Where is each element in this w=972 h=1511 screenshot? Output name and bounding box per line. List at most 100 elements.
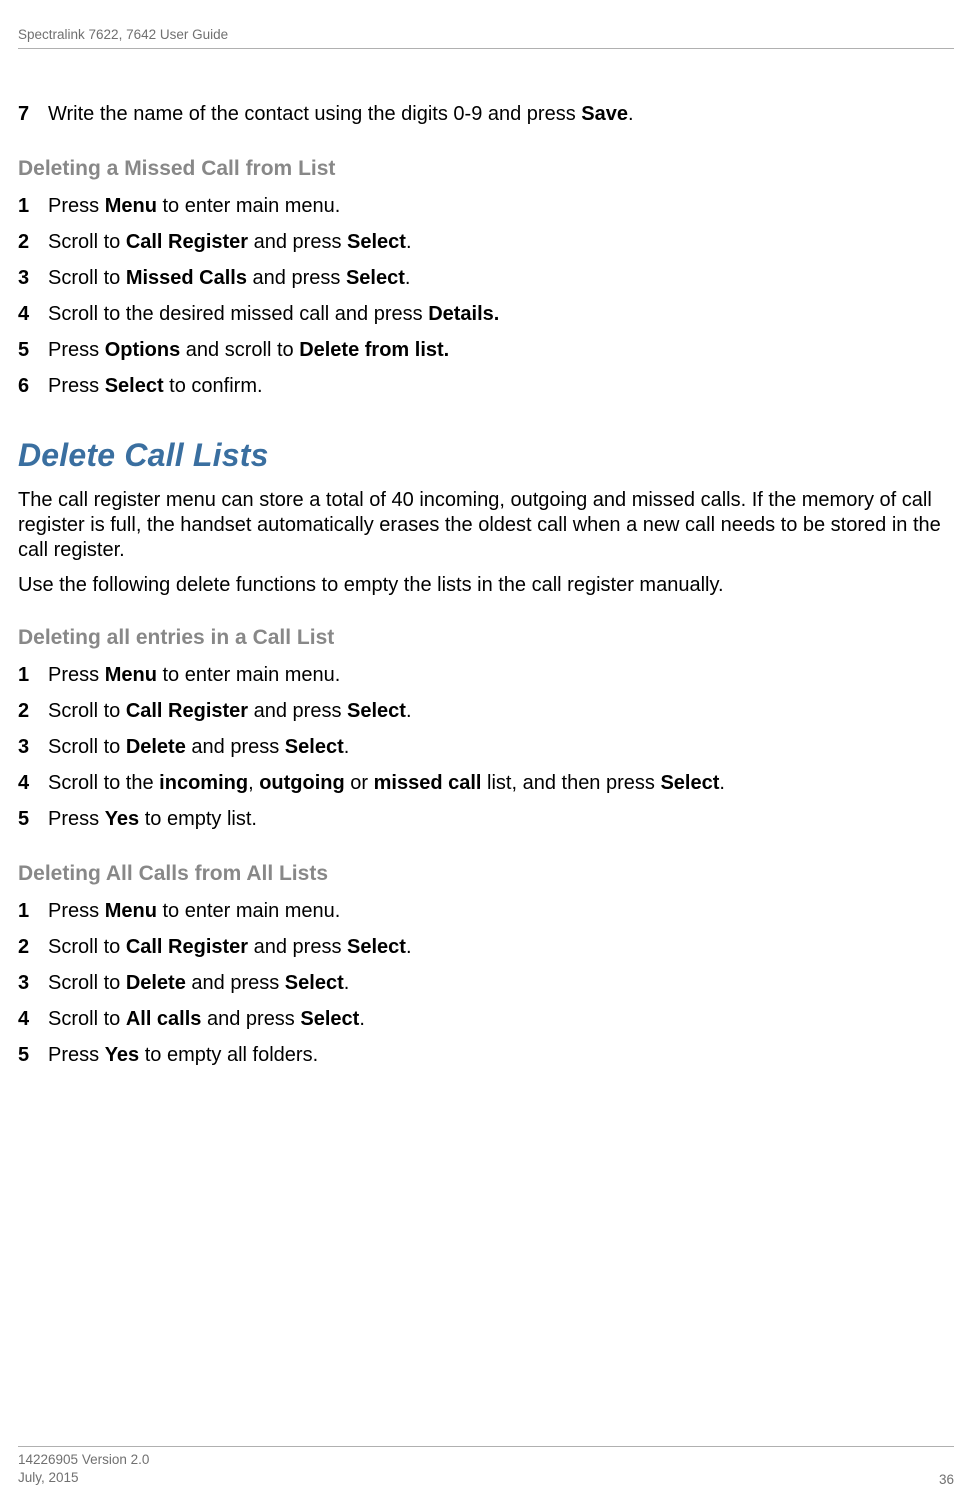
text-segment: to empty all folders. xyxy=(139,1044,318,1066)
list-item: 1 Press Menu to enter main menu. xyxy=(18,191,954,221)
text-segment: . xyxy=(344,972,350,994)
step-text: Scroll to All calls and press Select. xyxy=(48,1004,954,1034)
paragraph: Use the following delete functions to em… xyxy=(18,573,954,598)
text-segment: . xyxy=(628,103,634,125)
header-title: Spectralink 7622, 7642 User Guide xyxy=(18,27,954,42)
list-item: 6 Press Select to confirm. xyxy=(18,371,954,401)
subsection-heading-delete-all-calls: Deleting All Calls from All Lists xyxy=(18,862,954,886)
bold-term: outgoing xyxy=(259,772,345,794)
text-segment: Press xyxy=(48,375,105,397)
list-item: 4 Scroll to the incoming, outgoing or mi… xyxy=(18,768,954,798)
text-segment: Press xyxy=(48,1044,105,1066)
bold-term: All calls xyxy=(126,1008,202,1030)
step-number: 1 xyxy=(18,660,48,690)
text-segment: to enter main menu. xyxy=(157,900,340,922)
text-segment: and press xyxy=(186,972,285,994)
step-number: 2 xyxy=(18,227,48,257)
step-text: Scroll to the incoming, outgoing or miss… xyxy=(48,768,954,798)
bold-term: Details. xyxy=(428,303,499,325)
text-segment: to confirm. xyxy=(164,375,263,397)
text-segment: Press xyxy=(48,664,105,686)
text-segment: and press xyxy=(248,231,347,253)
step-text: Scroll to Delete and press Select. xyxy=(48,968,954,998)
step-number: 2 xyxy=(18,696,48,726)
bold-term: Select xyxy=(347,231,406,253)
text-segment: and press xyxy=(248,700,347,722)
text-segment: . xyxy=(405,267,411,289)
text-segment: Press xyxy=(48,195,105,217)
text-segment: Write the name of the contact using the … xyxy=(48,103,581,125)
text-segment: Scroll to xyxy=(48,231,126,253)
text-segment: Scroll to xyxy=(48,700,126,722)
bold-term: Delete from list. xyxy=(299,339,449,361)
text-segment: Press xyxy=(48,339,105,361)
text-segment: Scroll to xyxy=(48,267,126,289)
paragraph: The call register menu can store a total… xyxy=(18,488,954,563)
text-segment: , xyxy=(248,772,259,794)
step-number: 3 xyxy=(18,263,48,293)
step-text: Press Yes to empty all folders. xyxy=(48,1040,954,1070)
text-segment: and press xyxy=(186,736,285,758)
subsection-heading-delete-all-entries: Deleting all entries in a Call List xyxy=(18,626,954,650)
bold-term: Call Register xyxy=(126,936,248,958)
bold-term: Menu xyxy=(105,195,157,217)
step-text: Press Select to confirm. xyxy=(48,371,954,401)
step-number: 5 xyxy=(18,335,48,365)
bold-term: Select xyxy=(346,267,405,289)
bold-term: Select xyxy=(300,1008,359,1030)
text-segment: . xyxy=(359,1008,365,1030)
text-segment: list, and then press xyxy=(481,772,660,794)
text-segment: to enter main menu. xyxy=(157,195,340,217)
step-text: Press Menu to enter main menu. xyxy=(48,660,954,690)
bold-term: Select xyxy=(347,936,406,958)
section-heading-delete-call-lists: Delete Call Lists xyxy=(18,437,954,474)
footer-rule xyxy=(18,1446,954,1447)
bold-term: Select xyxy=(285,972,344,994)
step-text: Scroll to Missed Calls and press Select. xyxy=(48,263,954,293)
bold-term: Call Register xyxy=(126,700,248,722)
step-number: 1 xyxy=(18,896,48,926)
bold-term: Select xyxy=(285,736,344,758)
step-number: 5 xyxy=(18,804,48,834)
text-segment: and press xyxy=(201,1008,300,1030)
list-item: 5 Press Options and scroll to Delete fro… xyxy=(18,335,954,365)
text-segment: Scroll to the xyxy=(48,772,159,794)
step-text: Scroll to Call Register and press Select… xyxy=(48,696,954,726)
bold-term: Delete xyxy=(126,736,186,758)
step-number: 5 xyxy=(18,1040,48,1070)
bold-term: Yes xyxy=(105,1044,139,1066)
step-text: Press Menu to enter main menu. xyxy=(48,896,954,926)
text-segment: . xyxy=(406,936,412,958)
text-segment: Press xyxy=(48,808,105,830)
bold-term: Select xyxy=(660,772,719,794)
text-segment: Scroll to xyxy=(48,936,126,958)
text-segment: Scroll to the desired missed call and pr… xyxy=(48,303,428,325)
step-text: Press Menu to enter main menu. xyxy=(48,191,954,221)
step-number: 3 xyxy=(18,968,48,998)
header-rule xyxy=(18,48,954,49)
step-number: 4 xyxy=(18,1004,48,1034)
text-segment: Scroll to xyxy=(48,1008,126,1030)
text-segment: to empty list. xyxy=(139,808,257,830)
bold-term: Yes xyxy=(105,808,139,830)
text-segment: . xyxy=(344,736,350,758)
step-text: Press Yes to empty list. xyxy=(48,804,954,834)
text-segment: or xyxy=(345,772,374,794)
footer-row: 14226905 Version 2.0 July, 2015 36 xyxy=(18,1451,954,1487)
text-segment: . xyxy=(406,700,412,722)
page-number: 36 xyxy=(939,1472,954,1487)
text-segment: and press xyxy=(248,936,347,958)
list-item: 1 Press Menu to enter main menu. xyxy=(18,896,954,926)
step-number: 4 xyxy=(18,768,48,798)
bold-term: Options xyxy=(105,339,181,361)
text-segment: . xyxy=(719,772,725,794)
step-text: Scroll to Delete and press Select. xyxy=(48,732,954,762)
bold-term: Save xyxy=(581,103,628,125)
list-item: 5 Press Yes to empty list. xyxy=(18,804,954,834)
step-text: Write the name of the contact using the … xyxy=(48,99,954,129)
list-item: 1 Press Menu to enter main menu. xyxy=(18,660,954,690)
bold-term: Select xyxy=(105,375,164,397)
list-item: 4 Scroll to All calls and press Select. xyxy=(18,1004,954,1034)
bold-term: Menu xyxy=(105,900,157,922)
page-content: 7 Write the name of the contact using th… xyxy=(18,99,954,1070)
